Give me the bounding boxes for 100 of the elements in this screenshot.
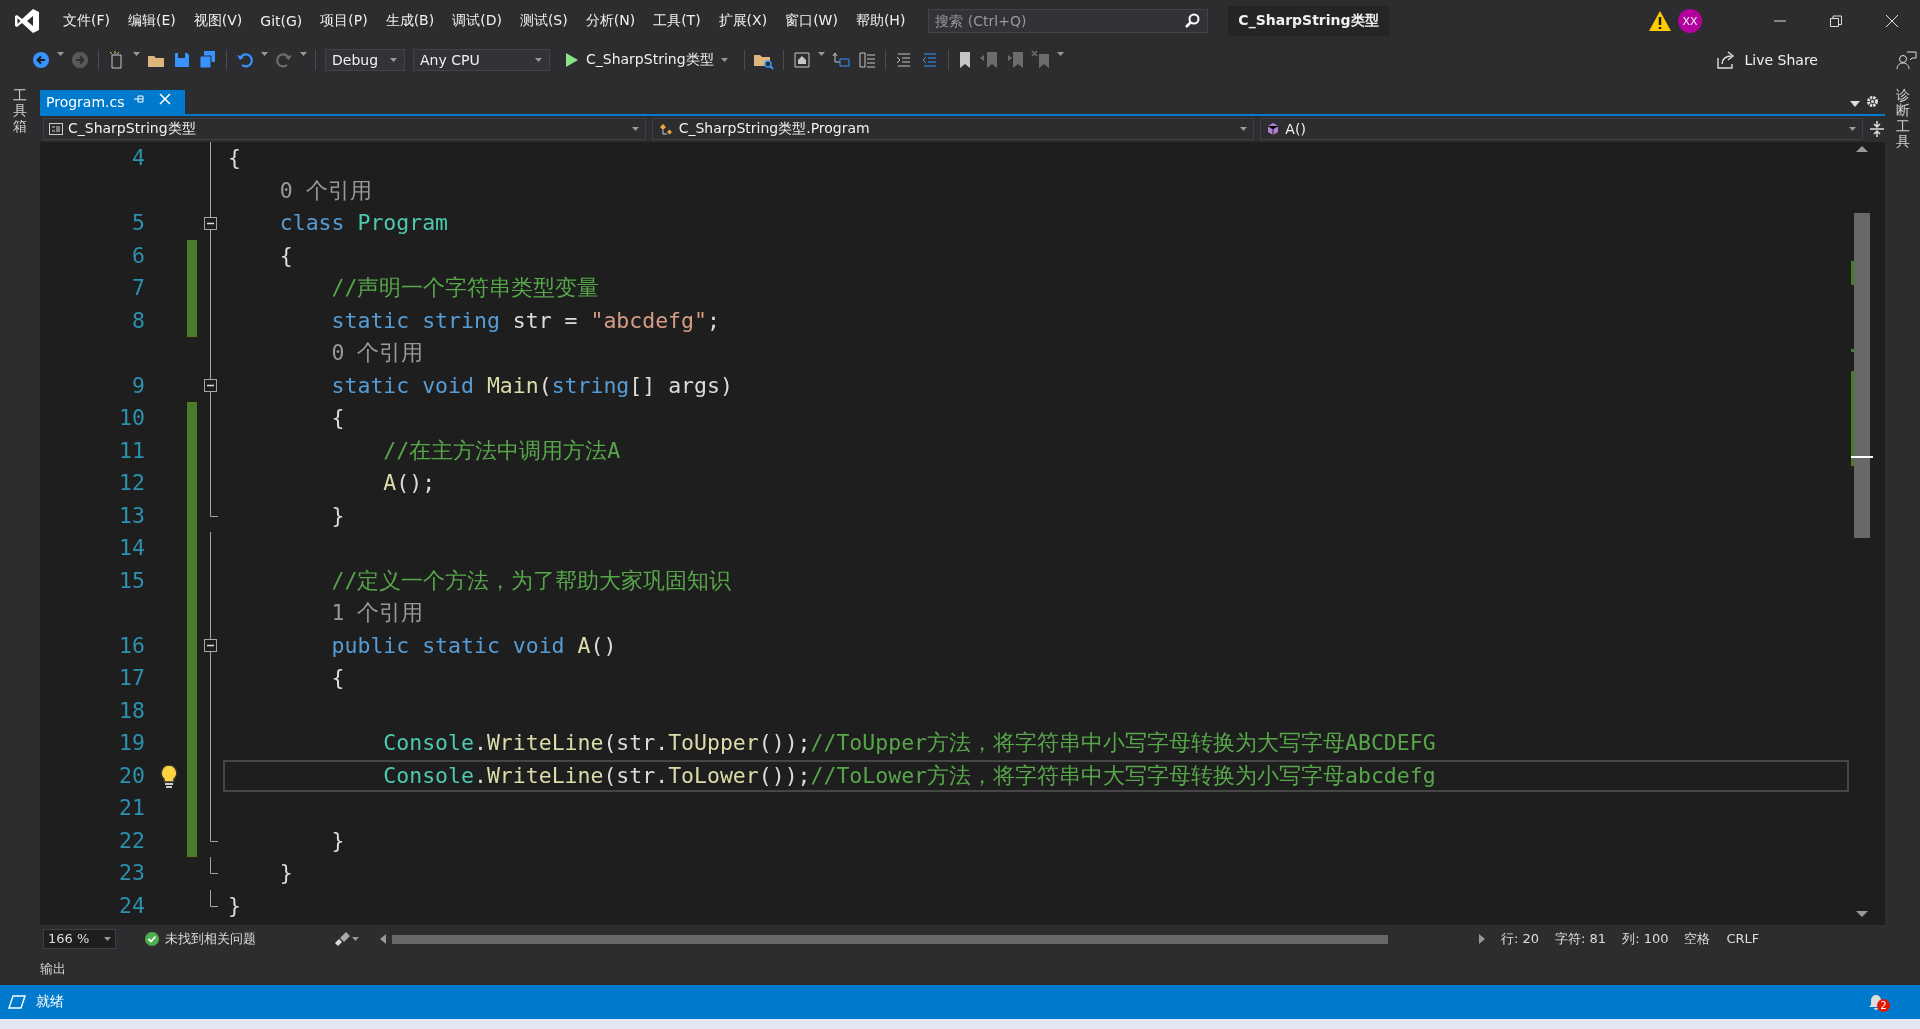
caret-icon[interactable] bbox=[352, 934, 360, 943]
file-tab[interactable]: Program.cs bbox=[40, 90, 185, 114]
fold-end-line bbox=[210, 499, 218, 517]
cursor-character[interactable]: 字符: 81 bbox=[1555, 929, 1607, 948]
play-icon bbox=[565, 52, 579, 68]
menu-item[interactable]: 窗口(W) bbox=[776, 9, 847, 33]
line-ending[interactable]: CRLF bbox=[1726, 931, 1760, 946]
output-tab[interactable]: 输出 bbox=[40, 959, 66, 978]
reference-count[interactable]: 0 个引用 bbox=[223, 337, 1849, 370]
line-number: 12 bbox=[118, 469, 146, 497]
menu-item[interactable]: 视图(V) bbox=[184, 9, 252, 33]
collapse-icon[interactable] bbox=[204, 379, 217, 393]
step-icon[interactable] bbox=[830, 50, 851, 70]
type-dropdown[interactable]: C_SharpString类型.Program bbox=[651, 118, 1255, 140]
bookmark-clear-icon[interactable] bbox=[1030, 50, 1051, 70]
brush-icon[interactable] bbox=[334, 930, 352, 947]
cursor-column[interactable]: 列: 100 bbox=[1622, 929, 1669, 948]
code-line: static void Main(string[] args) bbox=[330, 371, 734, 400]
collapse-icon[interactable] bbox=[204, 216, 217, 230]
close-icon[interactable] bbox=[1885, 14, 1899, 28]
back-icon[interactable] bbox=[31, 50, 51, 70]
cursor-line[interactable]: 行: 20 bbox=[1501, 929, 1540, 948]
split-icon[interactable] bbox=[1869, 120, 1885, 138]
scroll-down-icon[interactable] bbox=[1856, 911, 1868, 917]
code-line: //定义一个方法，为了帮助大家巩固知识 bbox=[330, 566, 733, 595]
code-line: { bbox=[278, 241, 294, 270]
project-dropdown[interactable]: C_SharpString类型 bbox=[43, 118, 646, 140]
menu-item[interactable]: 文件(F) bbox=[54, 9, 119, 33]
member-dropdown[interactable]: A() bbox=[1260, 118, 1863, 140]
code-line: static string str = "abcdefg"; bbox=[330, 306, 721, 335]
save-icon[interactable] bbox=[172, 50, 192, 70]
issues-status[interactable]: 未找到相关问题 bbox=[165, 929, 256, 948]
menu-item[interactable]: 生成(B) bbox=[376, 9, 444, 33]
reference-count[interactable]: 0 个引用 bbox=[223, 174, 1849, 207]
feedback-icon[interactable] bbox=[1895, 50, 1917, 70]
line-number: 7 bbox=[131, 274, 146, 302]
panel-icon[interactable] bbox=[856, 50, 877, 70]
caret-icon[interactable] bbox=[1850, 100, 1860, 108]
line-number: 9 bbox=[131, 371, 146, 400]
menu-item[interactable]: 调试(D) bbox=[443, 9, 511, 33]
collapse-icon[interactable] bbox=[204, 639, 217, 653]
lightbulb-icon[interactable] bbox=[157, 762, 180, 789]
home-icon[interactable] bbox=[791, 50, 812, 70]
line-number: 8 bbox=[131, 306, 146, 335]
line-number: 6 bbox=[131, 241, 146, 270]
reference-count[interactable]: 1 个引用 bbox=[223, 597, 1849, 630]
redo-icon[interactable] bbox=[274, 50, 294, 70]
line-number: 24 bbox=[118, 891, 146, 920]
code-line: //声明一个字符串类型变量 bbox=[330, 274, 601, 302]
code-line: } bbox=[330, 501, 346, 530]
search-field[interactable]: 搜索 (Ctrl+Q) bbox=[928, 9, 1209, 33]
line-number: 16 bbox=[118, 631, 146, 660]
method-icon bbox=[1266, 122, 1281, 136]
scroll-right-icon[interactable] bbox=[1479, 933, 1485, 944]
bookmark-back-icon[interactable] bbox=[978, 50, 999, 70]
code-line: { bbox=[330, 664, 346, 692]
menu-item[interactable]: 分析(N) bbox=[576, 9, 645, 33]
code-line: } bbox=[278, 859, 294, 887]
toolbox-tab[interactable]: 工具箱 bbox=[13, 88, 27, 135]
pin-icon[interactable] bbox=[132, 93, 145, 105]
caret-icon bbox=[535, 56, 542, 64]
indent-mode[interactable]: 空格 bbox=[1684, 929, 1711, 948]
restore-icon[interactable] bbox=[1829, 14, 1843, 28]
live-share-button[interactable]: Live Share bbox=[1708, 50, 1822, 70]
code-line: Console.WriteLine(str.ToUpper());//ToUpper方法，将字符串中小写字母转换为大写字母ABCDEFG bbox=[382, 729, 1437, 757]
start-button[interactable]: C_SharpString类型 bbox=[558, 51, 735, 69]
logo-icon bbox=[14, 8, 40, 34]
scroll-up-icon[interactable] bbox=[1856, 146, 1868, 152]
undo-icon[interactable] bbox=[235, 50, 255, 70]
diagnostics-tab[interactable]: 诊断工具 bbox=[1895, 88, 1910, 150]
menu-item[interactable]: 帮助(H) bbox=[846, 9, 915, 33]
menu-item[interactable]: 测试(S) bbox=[510, 9, 577, 33]
settings-icon[interactable] bbox=[1866, 95, 1879, 108]
menu-item[interactable]: 项目(P) bbox=[311, 9, 377, 33]
code-line: Console.WriteLine(str.ToLower());//ToLower方法，将字符串中大写字母转换为小写字母abcdefg bbox=[223, 759, 1849, 792]
caret-icon bbox=[104, 934, 111, 943]
code-line: } bbox=[330, 826, 346, 855]
line-number: 15 bbox=[118, 566, 146, 595]
share-icon bbox=[1715, 50, 1736, 70]
warning-icon[interactable] bbox=[1648, 10, 1672, 32]
status-icon bbox=[8, 994, 26, 1010]
caret-icon bbox=[631, 125, 639, 133]
line-number: 22 bbox=[118, 826, 146, 855]
menu-item[interactable]: Git(G) bbox=[251, 10, 312, 32]
menu-item[interactable]: 扩展(X) bbox=[709, 9, 777, 33]
menu-item[interactable]: 编辑(E) bbox=[119, 9, 185, 33]
fold-end-line bbox=[210, 824, 218, 842]
line-number: 5 bbox=[131, 209, 146, 237]
configuration-dropdown[interactable]: Debug bbox=[325, 49, 405, 71]
zoom-dropdown[interactable]: 166 % bbox=[43, 928, 116, 949]
search-icon[interactable] bbox=[1184, 13, 1201, 29]
platform-dropdown[interactable]: Any CPU bbox=[413, 49, 550, 71]
caret-icon bbox=[720, 56, 728, 64]
line-number: 13 bbox=[118, 501, 146, 530]
scroll-left-icon[interactable] bbox=[380, 933, 386, 944]
status-text: 就绪 bbox=[36, 993, 64, 1011]
avatar[interactable]: XX bbox=[1678, 9, 1702, 33]
menu-item[interactable]: 工具(T) bbox=[644, 9, 710, 33]
caret-icon bbox=[1240, 125, 1248, 133]
save-all-icon[interactable] bbox=[198, 50, 218, 70]
